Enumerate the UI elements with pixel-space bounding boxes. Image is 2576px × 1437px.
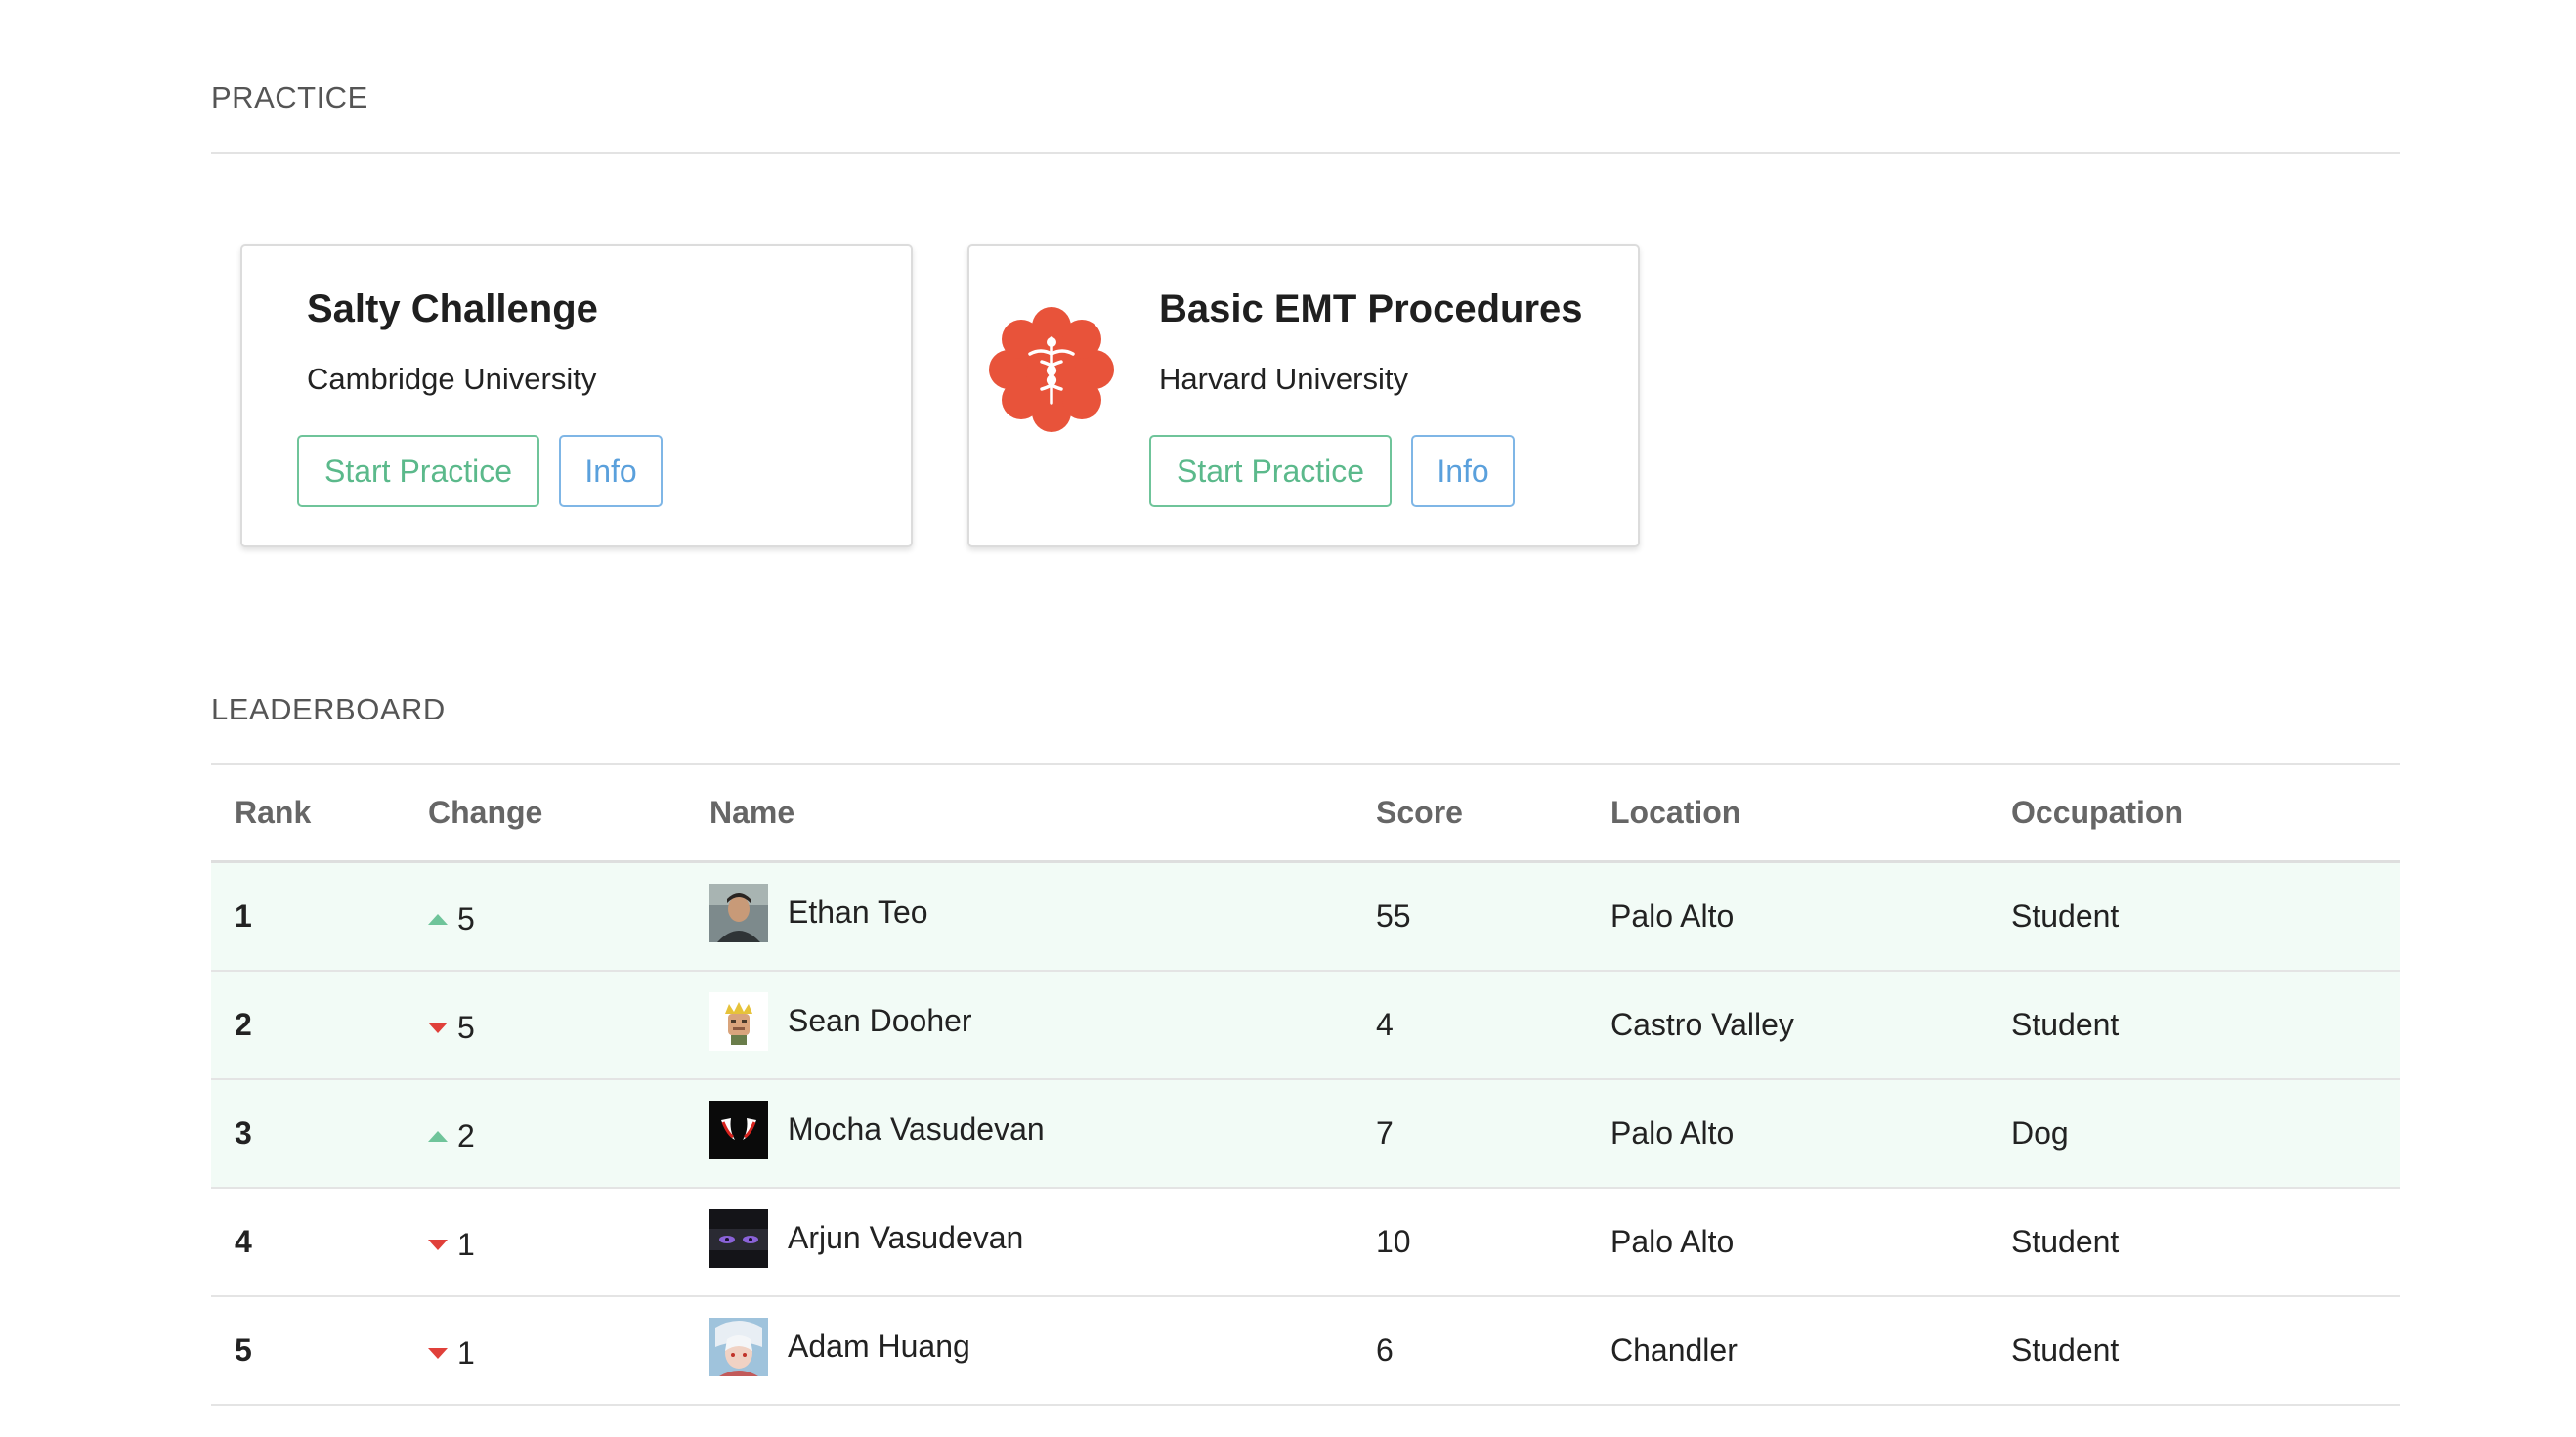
rank-cell: 5	[211, 1296, 428, 1406]
name-cell: Ethan Teo	[709, 861, 1376, 972]
name-cell: Arjun Vasudevan	[709, 1188, 1376, 1297]
player-name[interactable]: Ethan Teo	[788, 894, 928, 931]
start-practice-button[interactable]: Start Practice	[297, 435, 539, 507]
name-cell: Mocha Vasudevan	[709, 1079, 1376, 1189]
occupation-cell: Student	[2011, 1296, 2400, 1406]
column-header-location[interactable]: Location	[1610, 764, 2011, 863]
table-header-row: Rank Change Name Score Location Occupati…	[211, 764, 2400, 863]
location-cell: Castro Valley	[1610, 971, 2011, 1080]
info-button[interactable]: Info	[1411, 435, 1515, 507]
score-cell: 55	[1376, 861, 1610, 972]
medical-caduceus-icon	[989, 307, 1114, 432]
player-name[interactable]: Adam Huang	[788, 1328, 970, 1365]
change-value: 1	[457, 1226, 475, 1262]
card-title: Salty Challenge	[307, 287, 598, 330]
player-name[interactable]: Sean Dooher	[788, 1003, 972, 1039]
arrow-down-icon	[428, 1347, 448, 1359]
location-cell: Palo Alto	[1610, 1188, 2011, 1297]
column-header-rank[interactable]: Rank	[211, 764, 428, 863]
rank-cell: 3	[211, 1079, 428, 1189]
avatar	[709, 991, 768, 1051]
page: PRACTICE Salty Challenge Cambridge Unive…	[0, 0, 2576, 1437]
name-cell: Sean Dooher	[709, 971, 1376, 1080]
score-cell: 6	[1376, 1296, 1610, 1406]
practice-heading: PRACTICE	[211, 80, 368, 114]
change-cell: 5	[428, 971, 709, 1080]
name-cell: Adam Huang	[709, 1296, 1376, 1406]
column-header-change[interactable]: Change	[428, 764, 709, 863]
occupation-cell: Student	[2011, 971, 2400, 1080]
avatar	[709, 1317, 768, 1376]
score-cell: 4	[1376, 971, 1610, 1080]
rank-cell: 1	[211, 861, 428, 972]
avatar	[709, 1100, 768, 1159]
change-cell: 1	[428, 1296, 709, 1406]
practice-divider	[211, 152, 2400, 154]
table-row[interactable]: 3 2 Mocha Vasudevan 7 Palo Alto Dog	[211, 1079, 2400, 1189]
avatar	[709, 1208, 768, 1268]
occupation-cell: Student	[2011, 861, 2400, 972]
card-title: Basic EMT Procedures	[1159, 287, 1583, 330]
leaderboard-table: Rank Change Name Score Location Occupati…	[211, 764, 2400, 1406]
change-value: 2	[457, 1117, 475, 1154]
practice-card-salty-challenge: Salty Challenge Cambridge University Sta…	[240, 244, 913, 547]
change-value: 5	[457, 900, 475, 936]
start-practice-button[interactable]: Start Practice	[1149, 435, 1392, 507]
rank-cell: 4	[211, 1188, 428, 1297]
rank-cell: 2	[211, 971, 428, 1080]
player-name[interactable]: Arjun Vasudevan	[788, 1220, 1023, 1256]
column-header-score[interactable]: Score	[1376, 764, 1610, 863]
card-organization: Cambridge University	[307, 362, 597, 396]
player-name[interactable]: Mocha Vasudevan	[788, 1111, 1045, 1148]
score-cell: 7	[1376, 1079, 1610, 1189]
info-button[interactable]: Info	[559, 435, 663, 507]
location-cell: Chandler	[1610, 1296, 2011, 1406]
occupation-cell: Dog	[2011, 1079, 2400, 1189]
table-row[interactable]: 2 5 Sean Dooher 4 Castro Valley Student	[211, 971, 2400, 1080]
table-row[interactable]: 5 1 Adam Huang 6 Chandler Student	[211, 1296, 2400, 1406]
change-cell: 2	[428, 1079, 709, 1189]
card-organization: Harvard University	[1159, 362, 1408, 396]
column-header-occupation[interactable]: Occupation	[2011, 764, 2400, 863]
location-cell: Palo Alto	[1610, 1079, 2011, 1189]
occupation-cell: Student	[2011, 1188, 2400, 1297]
table-row[interactable]: 4 1 Arjun Vasudevan 10 Palo Alto Student	[211, 1188, 2400, 1297]
avatar	[709, 883, 768, 942]
column-header-name[interactable]: Name	[709, 764, 1376, 863]
practice-card-basic-emt: Basic EMT Procedures Harvard University …	[967, 244, 1640, 547]
change-cell: 1	[428, 1188, 709, 1297]
change-value: 1	[457, 1334, 475, 1371]
arrow-up-icon	[428, 1130, 448, 1142]
leaderboard-heading: LEADERBOARD	[211, 692, 446, 726]
change-cell: 5	[428, 861, 709, 972]
arrow-down-icon	[428, 1022, 448, 1033]
arrow-up-icon	[428, 913, 448, 925]
location-cell: Palo Alto	[1610, 861, 2011, 972]
change-value: 5	[457, 1009, 475, 1045]
table-row[interactable]: 1 5 Ethan Teo 55 Palo Alto Student	[211, 861, 2400, 972]
score-cell: 10	[1376, 1188, 1610, 1297]
arrow-down-icon	[428, 1239, 448, 1250]
